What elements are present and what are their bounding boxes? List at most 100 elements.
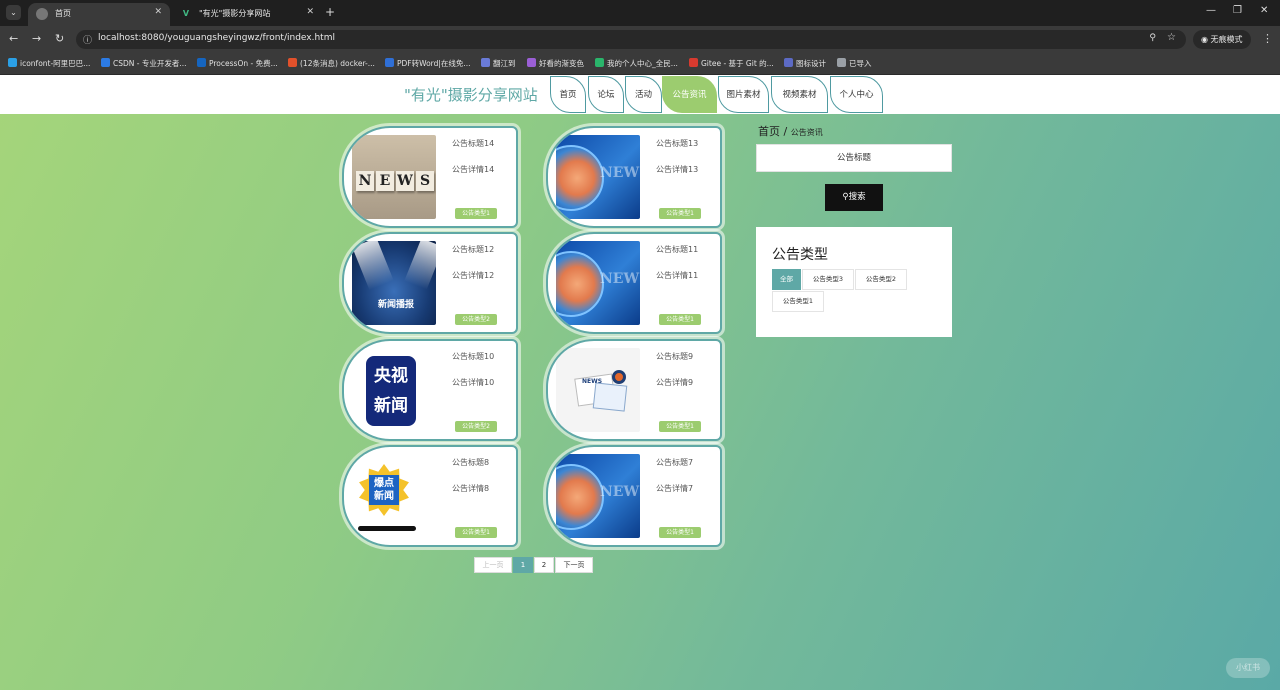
back-icon[interactable]: ← <box>9 32 18 45</box>
notice-card-title: 公告标题12 <box>452 245 495 254</box>
search-button[interactable]: ⚲搜索 <box>825 184 883 211</box>
notice-card-detail: 公告详情10 <box>452 378 495 387</box>
notice-card-detail: 公告详情13 <box>656 165 699 174</box>
incognito-icon: ◉ <box>1201 35 1211 44</box>
browser-tab-site[interactable]: V "有光"摄影分享网站 ✕ <box>172 3 322 26</box>
close-window-icon[interactable]: ✕ <box>1260 5 1268 16</box>
notice-card[interactable]: NEWS 公告标题7 公告详情7 公告类型1 <box>546 445 722 547</box>
new-tab-icon[interactable]: + <box>325 5 335 19</box>
close-tab-icon[interactable]: ✕ <box>154 7 162 17</box>
notice-card[interactable]: N E W S 公告标题14 公告详情14 公告类型1 <box>342 126 518 228</box>
news-globe-image: NEWS <box>556 241 640 325</box>
browser-tab-home[interactable]: 首页 ✕ <box>28 3 170 26</box>
notice-type-tag[interactable]: 公告类型2 <box>455 421 497 432</box>
page-2-button[interactable]: 2 <box>534 557 554 573</box>
notice-type-tag[interactable]: 公告类型1 <box>659 421 701 432</box>
notice-type-tag[interactable]: 公告类型1 <box>659 527 701 538</box>
notice-type-tag[interactable]: 公告类型2 <box>455 314 497 325</box>
forward-icon[interactable]: → <box>32 32 41 45</box>
site-logo[interactable]: "有光"摄影分享网站 <box>404 84 538 105</box>
bookmark-item[interactable]: PDF转Word|在线免... <box>385 58 471 69</box>
type-tab-3[interactable]: 公告类型3 <box>802 269 854 290</box>
paper-sheet <box>592 382 628 412</box>
bookmark-item[interactable]: 图标设计 <box>784 58 826 69</box>
notice-card[interactable]: 新闻播报 公告标题12 公告详情12 公告类型2 <box>342 232 518 334</box>
bookmark-favicon-icon <box>385 58 394 67</box>
close-tab-icon[interactable]: ✕ <box>306 7 314 17</box>
notice-card-detail: 公告详情11 <box>656 271 699 280</box>
notice-type-tag[interactable]: 公告类型1 <box>659 314 701 325</box>
nav-item-5[interactable]: 视频素材 <box>771 76 828 113</box>
notice-type-tag[interactable]: 公告类型1 <box>455 208 497 219</box>
cctv-caption: 央视 新闻 <box>366 356 416 426</box>
incognito-badge[interactable]: ◉ 无痕模式 <box>1193 30 1251 49</box>
tab-list-button[interactable]: ⌄ <box>6 5 21 20</box>
globe-graphic <box>556 464 604 530</box>
notice-card[interactable]: NEWS 公告标题9 公告详情9 公告类型1 <box>546 339 722 441</box>
news-letter-block: N <box>356 171 374 191</box>
bookmarks-bar: iconfont-阿里巴巴... CSDN - 专业开发者... ProcessOn… <box>0 53 1280 75</box>
bookmark-label: 已导入 <box>849 59 872 68</box>
bookmark-favicon-icon <box>8 58 17 67</box>
breadcrumb-separator: / <box>783 125 788 138</box>
site-info-icon[interactable]: ⓘ <box>83 33 92 46</box>
bookmark-item[interactable]: 我的个人中心_全民... <box>595 58 678 69</box>
search-input[interactable]: 公告标题 <box>756 144 952 172</box>
bookmark-favicon-icon <box>481 58 490 67</box>
bookmark-item[interactable]: 已导入 <box>837 58 872 69</box>
notice-card[interactable]: 爆点 新闻 公告标题8 公告详情8 公告类型1 <box>342 445 518 547</box>
newspaper-illustration-image: NEWS <box>556 348 640 432</box>
url-text[interactable]: localhost:8080/youguangsheyingwz/front/i… <box>98 33 335 43</box>
address-bar[interactable]: ⓘ localhost:8080/youguangsheyingwz/front… <box>76 30 1186 49</box>
notice-type-tag[interactable]: 公告类型1 <box>659 208 701 219</box>
notice-card-detail: 公告详情14 <box>452 165 495 174</box>
notice-card[interactable]: 央视 新闻 公告标题10 公告详情10 公告类型2 <box>342 339 518 441</box>
menu-icon[interactable]: ⋮ <box>1262 32 1273 45</box>
spotlight-beam <box>352 241 394 291</box>
bookmark-item[interactable]: iconfont-阿里巴巴... <box>8 58 90 69</box>
globe-caption: NEWS <box>600 165 640 181</box>
bookmark-item[interactable]: (12条消息) docker-... <box>288 58 375 69</box>
nav-item-6[interactable]: 个人中心 <box>830 76 883 113</box>
camera-lens-icon <box>612 370 626 384</box>
notice-card[interactable]: NEWS 公告标题11 公告详情11 公告类型1 <box>546 232 722 334</box>
nav-item-0[interactable]: 首页 <box>550 76 586 113</box>
bookmark-label: iconfont-阿里巴巴... <box>20 59 91 68</box>
notice-card[interactable]: NEWS 公告标题13 公告详情13 公告类型1 <box>546 126 722 228</box>
bookmark-favicon-icon <box>527 58 536 67</box>
notice-card-title: 公告标题7 <box>656 458 694 467</box>
watermark: 小红书 <box>1226 658 1270 678</box>
bookmark-label: (12条消息) docker-... <box>300 59 375 68</box>
notice-card-title: 公告标题14 <box>452 139 495 148</box>
zoom-icon[interactable]: ⚲ <box>1149 33 1156 43</box>
nav-item-2[interactable]: 活动 <box>625 76 662 113</box>
type-tab-1[interactable]: 公告类型1 <box>772 291 824 312</box>
notice-card-title: 公告标题10 <box>452 352 495 361</box>
site-header: "有光"摄影分享网站 首页 论坛 活动 公告资讯 图片素材 视频素材 个人中心 <box>0 75 1280 114</box>
minimize-icon[interactable]: — <box>1206 5 1216 16</box>
bookmark-label: ProcessOn - 免费... <box>209 59 278 68</box>
bookmark-item[interactable]: CSDN - 专业开发者... <box>101 58 187 69</box>
bookmark-label: Gitee - 基于 Git 的... <box>701 59 774 68</box>
nav-item-4[interactable]: 图片素材 <box>718 76 769 113</box>
notice-card-detail: 公告详情9 <box>656 378 694 387</box>
news-blocks-image: NEWS <box>352 135 436 219</box>
next-page-button[interactable]: 下一页 <box>555 557 593 573</box>
bookmark-item[interactable]: Gitee - 基于 Git 的... <box>689 58 774 69</box>
reload-icon[interactable]: ↻ <box>55 32 64 45</box>
nav-item-3[interactable]: 公告资讯 <box>662 76 717 113</box>
type-tab-all[interactable]: 全部 <box>772 269 801 290</box>
nav-item-1[interactable]: 论坛 <box>588 76 624 113</box>
bookmark-item[interactable]: 翻江到 <box>481 58 516 69</box>
bookmark-item[interactable]: ProcessOn - 免费... <box>197 58 278 69</box>
restore-icon[interactable]: ❐ <box>1233 5 1242 16</box>
prev-page-button[interactable]: 上一页 <box>474 557 512 573</box>
news-stage-image: 新闻播报 <box>352 241 436 325</box>
breadcrumb-home[interactable]: 首页 <box>758 125 780 138</box>
page-1-button[interactable]: 1 <box>513 557 533 573</box>
type-tab-2[interactable]: 公告类型2 <box>855 269 907 290</box>
search-button-label: 搜索 <box>848 192 866 202</box>
bookmark-star-icon[interactable]: ☆ <box>1167 32 1176 43</box>
notice-type-tag[interactable]: 公告类型1 <box>455 527 497 538</box>
bookmark-item[interactable]: 好看的渐变色 <box>527 58 584 69</box>
